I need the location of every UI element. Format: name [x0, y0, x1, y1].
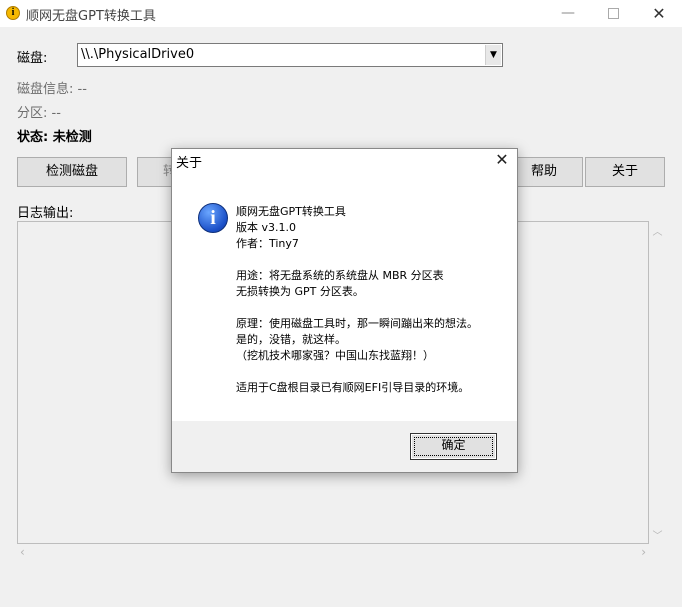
dialog-applicability: 适用于C盘根目录已有顺网EFI引导目录的环境。	[236, 381, 470, 394]
about-button[interactable]: 关于	[585, 157, 665, 187]
maximize-icon	[607, 7, 619, 19]
horizontal-scrollbar[interactable]: ‹ ›	[17, 544, 649, 561]
dialog-title-bar: 关于 ✕	[172, 149, 517, 171]
vertical-scrollbar[interactable]: ︿ ﹀	[649, 221, 666, 544]
app-icon: i	[6, 6, 20, 20]
maximize-button[interactable]	[590, 0, 636, 27]
scroll-down-icon[interactable]: ﹀	[649, 527, 666, 542]
dialog-purpose-line-2: 无损转换为 GPT 分区表。	[236, 285, 364, 298]
ok-button[interactable]: 确定	[410, 433, 497, 460]
dialog-version: 版本 v3.1.0	[236, 221, 296, 234]
info-icon: i	[198, 203, 228, 233]
dialog-principle-line-3: （挖机技术哪家强？中国山东找蓝翔！）	[236, 349, 434, 362]
dialog-author: 作者：Tiny7	[236, 237, 299, 250]
minimize-button[interactable]: —	[545, 0, 591, 27]
log-label: 日志输出:	[17, 206, 74, 221]
about-dialog: 关于 ✕ i 顺网无盘GPT转换工具 版本 v3.1.0 作者：Tiny7 用途…	[171, 148, 518, 473]
status-text: 状态: 未检测	[17, 130, 92, 145]
window-title: 顺网无盘GPT转换工具	[26, 9, 156, 24]
dialog-title: 关于	[176, 156, 203, 171]
disk-select[interactable]: \\.\PhysicalDrive0 ▼	[77, 43, 503, 67]
title-bar: i 顺网无盘GPT转换工具 — ✕	[0, 0, 682, 27]
scroll-up-icon[interactable]: ︿	[649, 223, 666, 238]
chevron-down-icon[interactable]: ▼	[485, 45, 501, 65]
dialog-app-name: 顺网无盘GPT转换工具	[236, 205, 346, 218]
scroll-left-icon[interactable]: ‹	[20, 545, 25, 559]
dialog-footer: 确定	[172, 421, 517, 472]
detect-disk-button[interactable]: 检测磁盘	[17, 157, 127, 187]
dialog-purpose-line-1: 用途：将无盘系统的系统盘从 MBR 分区表	[236, 269, 444, 282]
partition-text: 分区: --	[17, 106, 61, 121]
close-button[interactable]: ✕	[636, 0, 682, 27]
disk-select-value: \\.\PhysicalDrive0	[81, 47, 195, 62]
dialog-close-button[interactable]: ✕	[490, 149, 514, 171]
close-icon: ✕	[495, 150, 509, 169]
scroll-right-icon[interactable]: ›	[641, 545, 646, 559]
disk-label: 磁盘:	[17, 51, 48, 66]
dialog-principle-line-1: 原理：使用磁盘工具时，那一瞬间蹦出来的想法。	[236, 317, 478, 330]
focus-rect	[414, 437, 493, 456]
disk-info-text: 磁盘信息: --	[17, 82, 87, 97]
dialog-principle-line-2: 是的，没错，就这样。	[236, 333, 346, 346]
